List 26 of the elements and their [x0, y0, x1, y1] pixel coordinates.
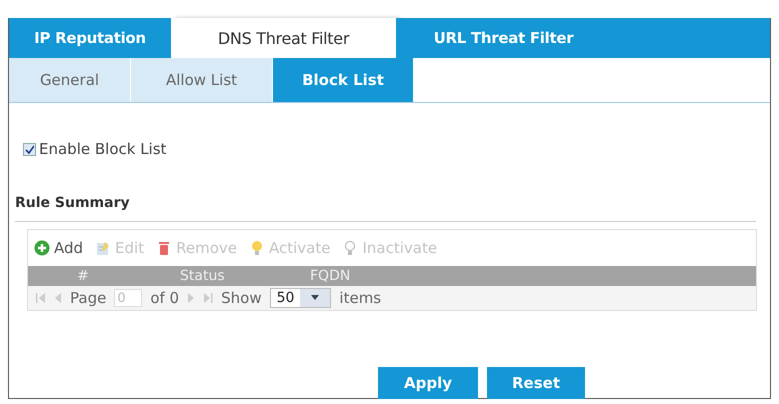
tab[interactable]: DNS Threat Filter [171, 18, 396, 58]
page-size-dropdown[interactable]: 50 [270, 288, 332, 308]
first-page-icon [36, 292, 46, 304]
add-icon [34, 240, 50, 256]
page-count: of 0 [150, 289, 180, 307]
checkmark-icon [25, 144, 34, 154]
previous-page-icon [54, 292, 62, 304]
reset-button[interactable]: Reset [487, 367, 585, 399]
sub-tab[interactable]: General [9, 58, 131, 102]
sub-tab[interactable]: Block List [273, 58, 414, 102]
add-button[interactable]: Add [34, 239, 84, 257]
section-title: Rule Summary [15, 195, 131, 213]
edit-icon [95, 240, 112, 256]
next-page-icon [187, 292, 196, 304]
show-label: Show [221, 289, 262, 307]
apply-button[interactable]: Apply [378, 367, 478, 399]
caret-icon [311, 295, 320, 301]
checkbox-label: Enable Block List [39, 140, 166, 158]
last-page-icon [203, 292, 214, 304]
checkbox[interactable] [23, 142, 36, 156]
page-label: Page [70, 289, 106, 307]
items-label: items [339, 289, 382, 307]
sub-tab[interactable]: Allow List [131, 58, 273, 102]
column-header: Status [180, 268, 226, 284]
column-header: # [76, 268, 90, 284]
column-header: FQDN [310, 268, 352, 284]
